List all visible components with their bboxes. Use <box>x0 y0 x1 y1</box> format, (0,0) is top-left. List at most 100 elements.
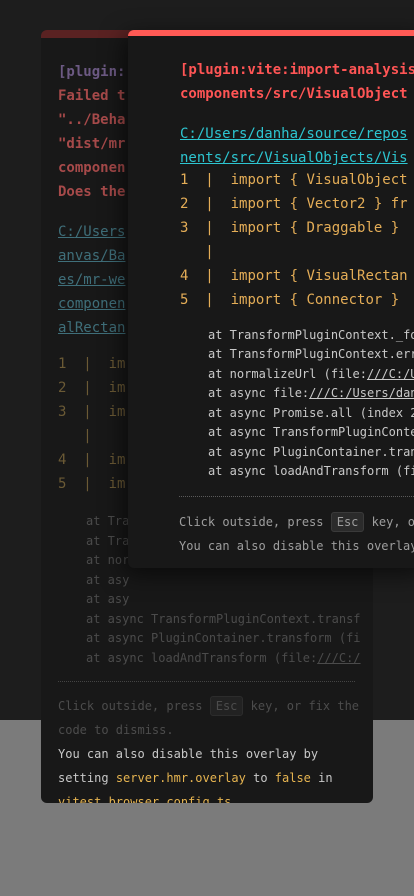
file-path-link[interactable]: componen <box>58 292 125 316</box>
stack-frame-text: at async file: <box>208 386 310 400</box>
code-line: 1 | im <box>58 352 125 376</box>
stack-frame: at normalizeUrl (file:///C:/U <box>208 365 414 385</box>
esc-key: Esc <box>330 512 365 532</box>
path-prefix: C: <box>58 224 75 240</box>
gutter-bar: | <box>83 356 92 372</box>
code-text: im <box>108 380 126 396</box>
line-number: 1 <box>58 356 67 372</box>
gutter-bar: | <box>205 268 214 284</box>
error-message-line: components/src/VisualObject <box>180 86 408 102</box>
stack-frame: at async PluginContainer.transform (fi <box>86 631 361 645</box>
gutter-bar: | <box>83 476 92 492</box>
line-number: 2 <box>58 380 67 396</box>
plugin-tag: [plugin: <box>58 64 126 80</box>
tip-text: to <box>253 771 268 785</box>
plugin-tag: [plugin:vite:import-analysis <box>180 62 414 78</box>
tip-text: key, or fix the <box>250 699 360 713</box>
tip-text: key, or <box>371 515 414 529</box>
false-value: false <box>274 771 311 785</box>
stack-frame: at Tra <box>86 514 130 528</box>
error-message-line: "../Beha <box>58 112 126 128</box>
code-text: import { Vector2 } fr <box>230 196 408 212</box>
config-file-name: vitest.browser.config.ts. <box>58 795 239 803</box>
file-path-link[interactable]: es/mr-we <box>58 268 125 292</box>
file-path-link[interactable]: /Users/danha/source/repos <box>197 126 408 142</box>
gutter-bar: | <box>205 292 214 308</box>
stack-frame: at Tra <box>86 534 130 548</box>
disable-overlay-tip: You can also disable this overlay <box>179 539 414 553</box>
stack-frame: at async loadAndTransform (file:///C:/ <box>86 649 361 669</box>
stack-frame: at async Promise.all (index 2 <box>208 406 414 420</box>
stack-frame: at async loadAndTransform (fi <box>208 464 414 478</box>
code-text: import { VisualObject <box>230 172 408 188</box>
line-number: 4 <box>58 452 67 468</box>
line-number: 2 <box>180 196 189 212</box>
stack-frame-link[interactable]: ///C:/ <box>317 651 360 665</box>
code-text: im <box>108 476 126 492</box>
line-number: 3 <box>180 220 189 236</box>
code-line: 4 | im <box>58 448 125 472</box>
file-path-link[interactable]: alRectan <box>58 316 125 340</box>
tip-text: setting <box>58 771 109 785</box>
esc-key: Esc <box>209 696 244 716</box>
path-prefix: C: <box>180 126 197 142</box>
gutter-bar: | <box>205 244 214 260</box>
gutter-bar: | <box>205 196 214 212</box>
code-line: 1 | import { VisualObject <box>180 168 408 192</box>
disable-overlay-tip: setting server.hmr.overlay to false in <box>58 766 333 790</box>
line-number: 3 <box>58 404 67 420</box>
stack-frame: at async TransformPluginContext.transf <box>86 612 361 626</box>
code-text: im <box>108 452 126 468</box>
tip-text: in <box>318 771 333 785</box>
code-line: | <box>180 240 214 264</box>
line-number: 5 <box>180 292 189 308</box>
tip-text: Click outside, press <box>58 699 203 713</box>
stack-frame: at TransformPluginContext._fo <box>208 328 414 342</box>
code-text: import { VisualRectan <box>230 268 408 284</box>
error-message-line: "dist/mr <box>58 136 126 152</box>
gutter-bar: | <box>83 428 92 444</box>
stack-frame: at async file:///C:/Users/dan <box>208 384 414 404</box>
line-number: 1 <box>180 172 189 188</box>
stack-frame: at async PluginContainer.tran <box>208 445 414 459</box>
code-text: im <box>108 404 126 420</box>
file-path-line: C:/Users <box>58 220 125 244</box>
stack-frame-link[interactable]: ///C:/Users/dan <box>309 386 414 400</box>
error-overlay-front: [plugin:vite:import-analysis components/… <box>128 30 414 568</box>
stack-frame-link[interactable]: ///C:/U <box>367 367 414 381</box>
gutter-bar: | <box>205 172 214 188</box>
code-line: 3 | import { Draggable } <box>180 216 399 240</box>
stack-frame-text: at normalizeUrl (file: <box>208 367 367 381</box>
dismiss-tip: code to dismiss. <box>58 723 174 737</box>
stack-frame: at async TransformPluginConte <box>208 425 414 439</box>
code-line: | <box>58 424 92 448</box>
gutter-bar: | <box>205 220 214 236</box>
gutter-bar: | <box>83 380 92 396</box>
stack-frame: at asy <box>86 573 130 587</box>
stack-frame-text: at async loadAndTransform (file: <box>86 651 318 665</box>
line-number: 4 <box>180 268 189 284</box>
error-message-line: componen <box>58 160 126 176</box>
dismiss-tip: Click outside, press Esc key, or fix the <box>58 694 359 718</box>
file-path-link[interactable]: nents/src/VisualObjects/Vis <box>180 146 408 170</box>
gutter-bar: | <box>83 404 92 420</box>
code-text: import { Connector } <box>230 292 400 308</box>
error-message-line: Failed t <box>58 88 126 104</box>
code-line: 3 | im <box>58 400 125 424</box>
gutter-bar: | <box>83 452 92 468</box>
divider <box>179 496 414 497</box>
code-line: 2 | im <box>58 376 125 400</box>
config-file: vitest.browser.config.ts. <box>58 790 239 803</box>
code-line: 4 | import { VisualRectan <box>180 264 408 288</box>
config-key: server.hmr.overlay <box>115 771 246 785</box>
code-line: 5 | im <box>58 472 125 496</box>
file-path-link[interactable]: /Users <box>75 224 126 240</box>
file-path-line: C:/Users/danha/source/repos <box>180 122 408 146</box>
disable-overlay-tip: You can also disable this overlay by <box>58 747 319 761</box>
code-line: 5 | import { Connector } <box>180 288 399 312</box>
error-message-line: Does the <box>58 184 126 200</box>
file-path-link[interactable]: anvas/Ba <box>58 244 125 268</box>
tip-text: Click outside, press <box>179 515 324 529</box>
line-number: 5 <box>58 476 67 492</box>
divider <box>58 681 355 682</box>
